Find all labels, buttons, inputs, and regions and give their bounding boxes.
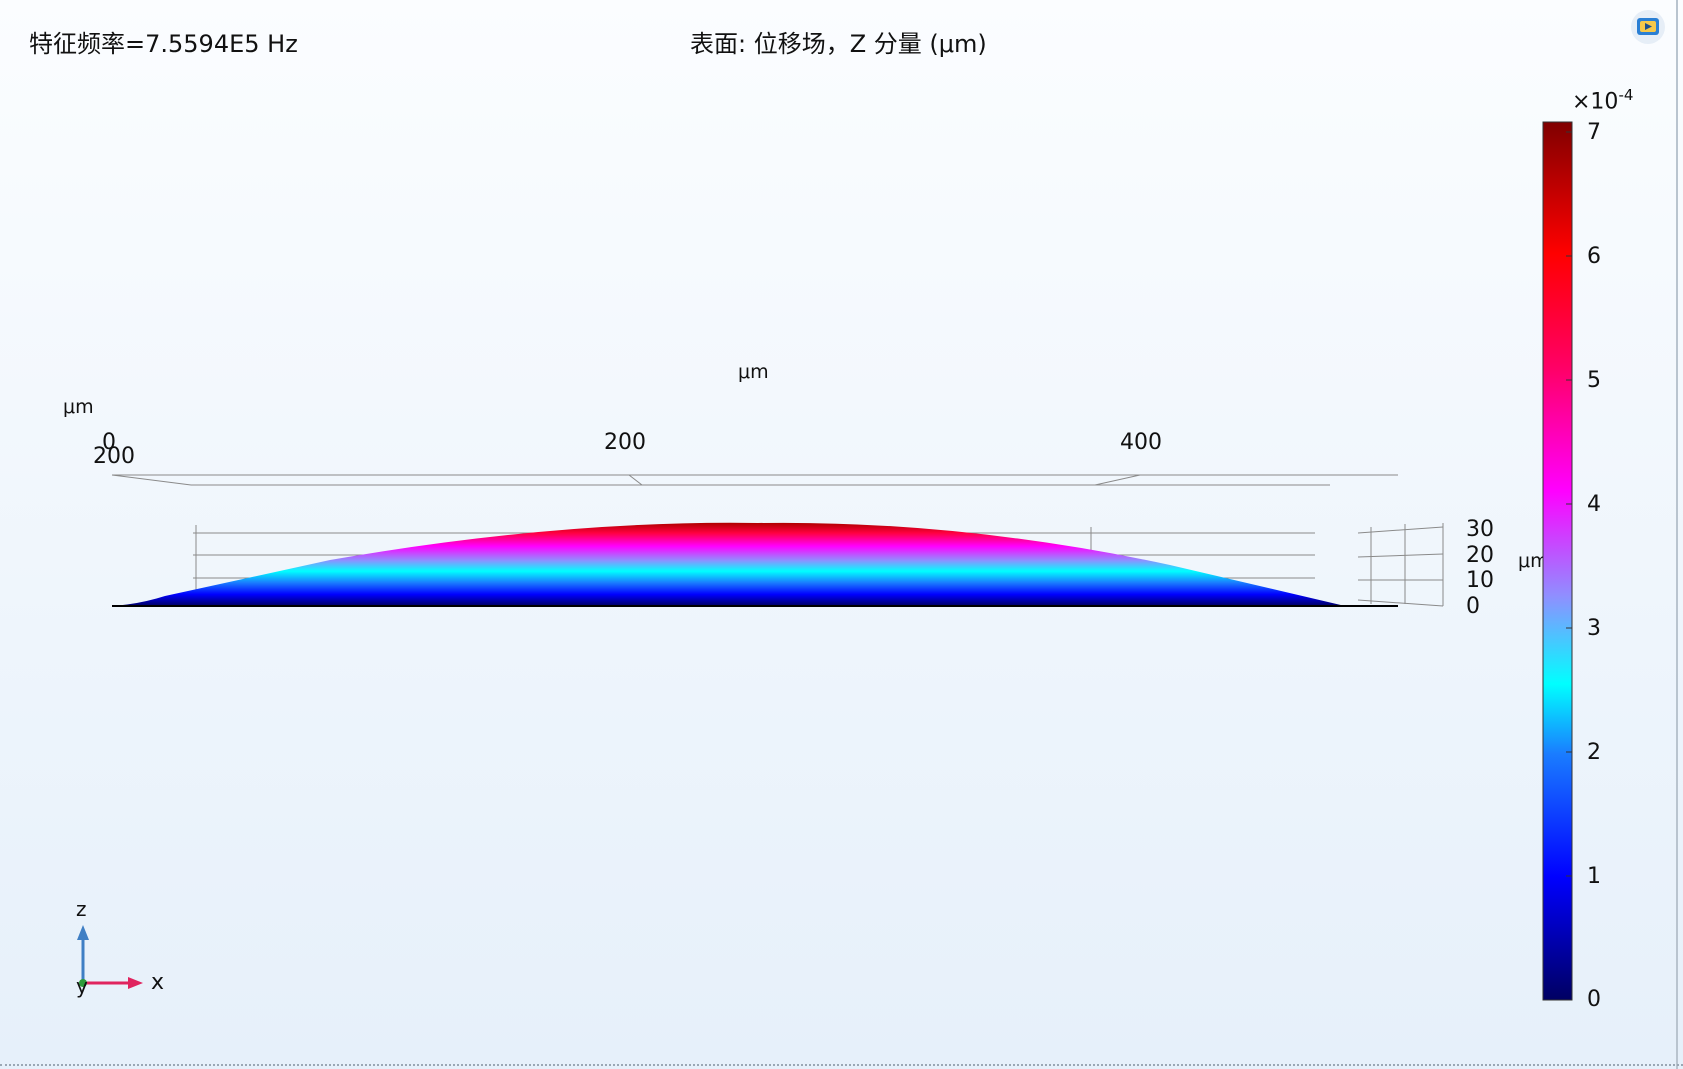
colorbar-tick-5: 5 — [1587, 368, 1601, 393]
x-tick-200: 200 — [604, 430, 646, 455]
triad-x-label: x — [151, 970, 165, 995]
triad-z-label: z — [76, 897, 87, 921]
colorbar-tick-3: 3 — [1587, 616, 1601, 641]
z-tick-0: 0 — [1466, 594, 1480, 619]
z-tick-30: 30 — [1466, 517, 1494, 542]
z-axis-unit: μm — [1518, 550, 1543, 572]
y-tick-200: 200 — [93, 444, 135, 469]
colorbar-tick-2: 2 — [1587, 740, 1601, 765]
x-axis-unit: μm — [738, 361, 769, 383]
colorbar-tick-0: 0 — [1587, 987, 1601, 1012]
colorbar-exponent: ×10-4 — [1572, 86, 1633, 114]
y-axis-unit: μm — [63, 396, 94, 418]
z-tick-20: 20 — [1466, 543, 1494, 568]
colorbar — [1542, 121, 1573, 1001]
graphics-canvas[interactable]: 特征频率=7.5594E5 Hz 表面: 位移场，Z 分量 (μm) μm 0 … — [0, 0, 1683, 1069]
colorbar-tick-6: 6 — [1587, 244, 1601, 269]
colorbar-exponent-power: -4 — [1618, 86, 1634, 104]
colorbar-tick-7: 7 — [1587, 120, 1601, 145]
plot-svg — [77, 121, 1573, 1001]
displacement-surface — [113, 522, 1345, 606]
colorbar-exponent-base: ×10 — [1572, 89, 1619, 115]
z-tick-10: 10 — [1466, 568, 1494, 593]
window-border — [1676, 0, 1678, 1069]
colorbar-tick-1: 1 — [1587, 864, 1601, 889]
window-bottom-border — [0, 1064, 1683, 1066]
triad-y-label: y — [76, 974, 88, 998]
colorbar-tick-4: 4 — [1587, 492, 1601, 517]
x-tick-400: 400 — [1120, 430, 1162, 455]
